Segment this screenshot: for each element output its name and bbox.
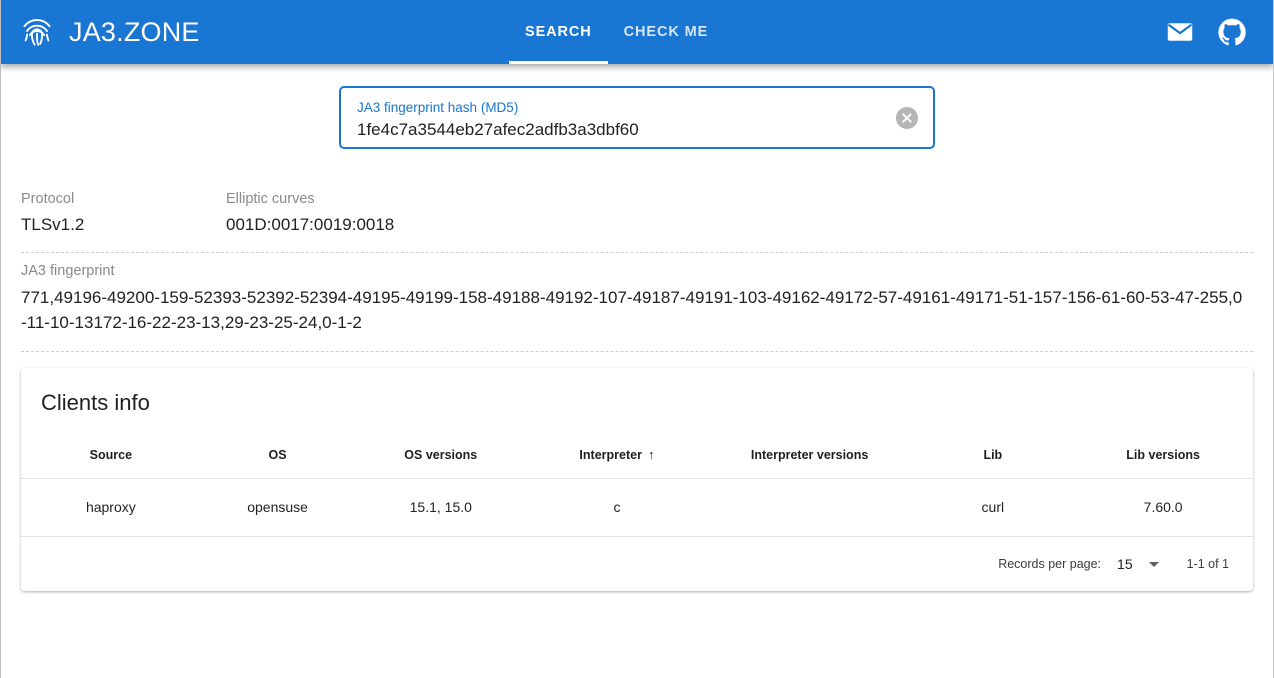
cell-interpreter: c (527, 478, 707, 537)
paginator: Records per page: 15 1-1 of 1 (21, 537, 1253, 591)
tab-search[interactable]: SEARCH (509, 0, 608, 64)
chevron-down-icon (1148, 561, 1159, 567)
page-range-label: 1-1 of 1 (1186, 557, 1229, 571)
records-per-page-value: 15 (1117, 556, 1133, 572)
cell-lib: curl (912, 478, 1074, 537)
clients-table-body: haproxy opensuse 15.1, 15.0 c curl 7.60.… (21, 478, 1253, 537)
column-header-os[interactable]: OS (200, 434, 355, 479)
column-header-lib[interactable]: Lib (912, 434, 1074, 479)
clear-circle-icon (896, 106, 918, 129)
mail-icon[interactable] (1165, 17, 1195, 47)
tab-check-me-label: CHECK ME (623, 24, 709, 40)
main-nav: SEARCH CHECK ME (509, 0, 724, 64)
protocol-value: TLSv1.2 (21, 215, 85, 234)
divider-top (21, 252, 1253, 253)
protocol-block: Protocol TLSv1.2 (21, 189, 226, 236)
toolbar-actions (1165, 17, 1255, 47)
github-icon[interactable] (1217, 17, 1247, 47)
brand[interactable]: JA3.ZONE (19, 14, 200, 50)
column-header-lib-label: Lib (983, 448, 1003, 462)
search-area: JA3 fingerprint hash (MD5) 1fe4c7a3544eb… (1, 64, 1273, 149)
cell-os-versions: 15.1, 15.0 (354, 478, 528, 537)
app-page: JA3.ZONE SEARCH CHECK ME JA3 fingerprint… (0, 0, 1274, 678)
tab-check-me[interactable]: CHECK ME (608, 0, 725, 64)
ja3-fingerprint-label: JA3 fingerprint (21, 263, 115, 279)
protocol-label: Protocol (21, 191, 75, 207)
elliptic-curves-block: Elliptic curves 001D:0017:0019:0018 (226, 189, 394, 236)
brand-title: JA3.ZONE (69, 16, 200, 47)
fingerprint-details: Protocol TLSv1.2 Elliptic curves 001D:00… (1, 189, 1273, 352)
column-header-os-label: OS (268, 448, 287, 462)
column-header-lib-versions[interactable]: Lib versions (1073, 434, 1253, 479)
clients-info-title: Clients info (41, 390, 150, 415)
elliptic-curves-value: 001D:0017:0019:0018 (226, 215, 395, 234)
column-header-lib-versions-label: Lib versions (1126, 448, 1200, 462)
fingerprint-icon (19, 14, 55, 50)
cell-lib-versions: 7.60.0 (1073, 478, 1253, 537)
cell-os: opensuse (200, 478, 355, 537)
search-input[interactable]: 1fe4c7a3544eb27afec2adfb3a3dbf60 (357, 119, 881, 141)
ja3-fingerprint-block: JA3 fingerprint 771,49196-49200-159-5239… (21, 261, 1253, 335)
ja3-fingerprint-value: 771,49196-49200-159-52393-52392-52394-49… (21, 288, 1243, 332)
cell-source: haproxy (21, 478, 201, 537)
column-header-os-versions-label: OS versions (404, 448, 478, 462)
column-header-source-label: Source (89, 448, 133, 462)
column-header-interpreter[interactable]: Interpreter ↑ (527, 434, 707, 479)
cell-interpreter-versions (706, 478, 913, 537)
table-header-row: Source OS OS versions Interpreter ↑ Inter… (21, 434, 1253, 479)
clients-table-head: Source OS OS versions Interpreter ↑ Inter… (21, 434, 1253, 479)
clients-table: Source OS OS versions Interpreter ↑ Inter… (21, 434, 1253, 537)
arrow-up-icon: ↑ (647, 447, 655, 462)
column-header-interpreter-label: Interpreter (579, 448, 642, 462)
detail-row-top: Protocol TLSv1.2 Elliptic curves 001D:00… (21, 189, 1253, 236)
column-header-source[interactable]: Source (21, 434, 201, 479)
table-row[interactable]: haproxy opensuse 15.1, 15.0 c curl 7.60.… (21, 478, 1253, 537)
app-toolbar: JA3.ZONE SEARCH CHECK ME (1, 0, 1273, 64)
clear-search-button[interactable] (895, 106, 919, 130)
column-header-interpreter-versions[interactable]: Interpreter versions (706, 434, 913, 479)
records-per-page-label: Records per page: (998, 557, 1102, 571)
tab-search-label: SEARCH (525, 24, 592, 40)
search-field[interactable]: JA3 fingerprint hash (MD5) 1fe4c7a3544eb… (339, 86, 935, 149)
clients-info-card: Clients info Source OS OS versions Inter… (21, 368, 1253, 591)
records-per-page-select[interactable]: 15 (1117, 556, 1159, 572)
column-header-os-versions[interactable]: OS versions (354, 434, 528, 479)
search-field-label: JA3 fingerprint hash (MD5) (357, 100, 519, 115)
elliptic-curves-label: Elliptic curves (226, 191, 315, 207)
divider-bottom (21, 351, 1253, 352)
column-header-interpreter-versions-label: Interpreter versions (750, 448, 869, 462)
